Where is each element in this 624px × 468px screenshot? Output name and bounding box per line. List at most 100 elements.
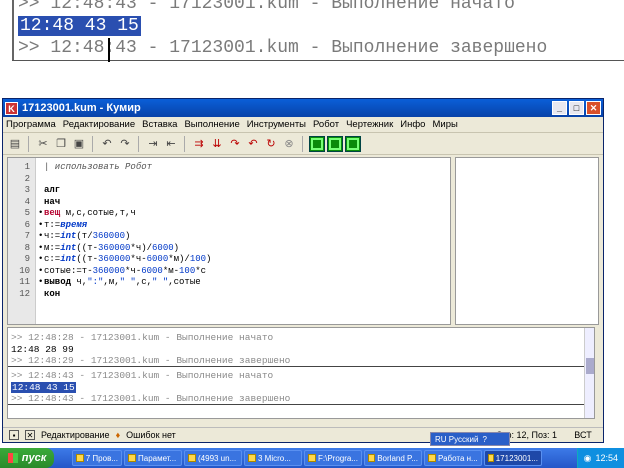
indent-dot-icon: • [38, 231, 44, 241]
grid-icon[interactable] [309, 135, 325, 152]
code-line: 1 | использовать Робот [8, 162, 450, 172]
zoomed-output-area: >> 12:48:43 - 17123001.kum - Выполнение … [0, 0, 624, 94]
save-icon[interactable]: ▤ [7, 136, 23, 152]
code-token: время [60, 219, 88, 230]
task-label: 17123001... [495, 453, 538, 463]
status-bar: ▪ ✕ Редактирование ♦ Ошибок нет Стр: 12,… [3, 427, 603, 442]
code-line: 8 • м:=int((т-360000*ч)/6000) [8, 243, 450, 253]
copy-icon[interactable]: ❐ [53, 136, 69, 152]
help-icon[interactable]: ? [482, 435, 486, 444]
menu-worlds[interactable]: Миры [432, 119, 457, 130]
task-label: (4993 un... [198, 453, 237, 463]
undo-icon[interactable]: ↶ [99, 136, 115, 152]
output-scrollbar[interactable] [584, 328, 594, 418]
toolbar-separator [302, 135, 304, 152]
scrollbar-thumb[interactable] [586, 358, 594, 374]
save-status-icon: ▪ [9, 430, 19, 440]
menu-drawer[interactable]: Чертежник [346, 119, 393, 130]
code-token: сотые:=т- [44, 265, 93, 276]
taskbar-button[interactable]: Работа н... [424, 450, 482, 466]
indent-dot-icon: • [38, 242, 44, 253]
code-token: 100 [189, 254, 207, 264]
code-token: ) [125, 231, 131, 241]
mode-label: Редактирование [41, 430, 110, 440]
stop-icon[interactable]: ⊗ [281, 136, 297, 152]
code-token: кон [44, 288, 61, 299]
code-token: 360000 [92, 231, 126, 241]
taskbar-button[interactable]: Парамет... [124, 450, 182, 466]
step-icon[interactable]: ⇊ [209, 136, 225, 152]
task-icon [308, 454, 316, 462]
menu-edit[interactable]: Редактирование [63, 119, 135, 130]
toolbar-separator [138, 135, 140, 152]
task-icon [248, 454, 256, 462]
toolbar-separator [92, 135, 94, 152]
step-over-icon[interactable]: ↻ [263, 136, 279, 152]
paste-icon[interactable]: ▣ [71, 136, 87, 152]
code-token: нач [44, 196, 61, 207]
indent-dot-icon: • [38, 219, 44, 230]
robot-window-icon[interactable] [327, 135, 343, 152]
code-token: *м)/ [168, 254, 190, 264]
drawer-window-icon[interactable] [345, 135, 361, 152]
taskbar-button[interactable]: 7 Пров... [72, 450, 122, 466]
run-icon[interactable]: ⇉ [191, 136, 207, 152]
taskbar-button[interactable]: (4993 un... [184, 450, 242, 466]
maximize-button[interactable]: □ [569, 101, 584, 115]
code-token: *ч- [130, 254, 147, 264]
indent-dot-icon: • [38, 254, 44, 264]
task-icon [428, 454, 436, 462]
task-label: F:\Progra... [317, 453, 358, 463]
window-title: 17123001.kum - Кумир [22, 102, 141, 114]
outdent-icon[interactable]: ⇤ [163, 136, 179, 152]
minimize-button[interactable]: _ [552, 101, 567, 115]
windows-logo-icon [7, 453, 18, 463]
code-line: 7 • ч:=int(т/360000) [8, 231, 450, 241]
errors-label: Ошибок нет [126, 430, 176, 440]
code-token: ч, [71, 277, 88, 287]
zoom-left-border [12, 0, 14, 60]
close-button[interactable]: ✕ [586, 101, 601, 115]
tray-icon[interactable]: ◉ [584, 453, 592, 464]
code-line: 12 кон [8, 289, 450, 299]
line-number: 4 [24, 196, 30, 207]
taskbar-button[interactable]: Borland P... [364, 450, 422, 466]
task-icon [188, 454, 196, 462]
menu-bar: Программа Редактирование Вставка Выполне… [3, 117, 603, 133]
insert-mode: ВСТ [574, 430, 592, 440]
menu-program[interactable]: Программа [6, 119, 56, 130]
zoom-separator [12, 60, 624, 61]
output-separator [8, 366, 594, 367]
code-line: 11 • вывод ч,":",м," ",с," ",сотые [8, 277, 450, 287]
line-number: 5 [24, 208, 30, 218]
menu-insert[interactable]: Вставка [142, 119, 177, 130]
indent-icon[interactable]: ⇥ [145, 136, 161, 152]
taskbar-button[interactable]: 17123001... [484, 450, 542, 466]
code-line: 2 [8, 174, 450, 184]
code-token: *ч- [125, 265, 142, 276]
menu-run[interactable]: Выполнение [184, 119, 239, 130]
code-token: ,с, [135, 277, 153, 287]
code-token: ((т- [76, 242, 99, 253]
taskbar-button[interactable]: F:\Progra... [304, 450, 362, 466]
step-out-icon[interactable]: ↶ [245, 136, 261, 152]
redo-icon[interactable]: ↷ [117, 136, 133, 152]
code-text: кон [44, 289, 60, 299]
taskbar-button[interactable]: 3 Micro... [244, 450, 302, 466]
output-panel[interactable]: >> 12:48:28 - 17123001.kum - Выполнение … [7, 327, 595, 419]
menu-tools[interactable]: Инструменты [247, 119, 306, 130]
code-editor[interactable]: 1 | использовать Робот 2 3 алг 4 нач 5 • вещ м,с,… [7, 157, 451, 325]
menu-robot[interactable]: Робот [313, 119, 339, 130]
close-file-icon[interactable]: ✕ [25, 430, 35, 440]
code-token: int [60, 242, 77, 253]
language-label: RU Русский [435, 434, 479, 444]
cut-icon[interactable]: ✂ [35, 136, 51, 152]
code-text: вещ м,с,сотые,т,ч [44, 208, 136, 218]
code-text: нач [44, 197, 60, 207]
menu-info[interactable]: Инфо [400, 119, 425, 130]
language-bar[interactable]: RU Русский ? [430, 432, 510, 446]
code-token: *с [195, 265, 207, 276]
start-button[interactable]: пуск [0, 448, 54, 468]
title-bar[interactable]: K 17123001.kum - Кумир _ □ ✕ [3, 99, 603, 117]
step-into-icon[interactable]: ↷ [227, 136, 243, 152]
